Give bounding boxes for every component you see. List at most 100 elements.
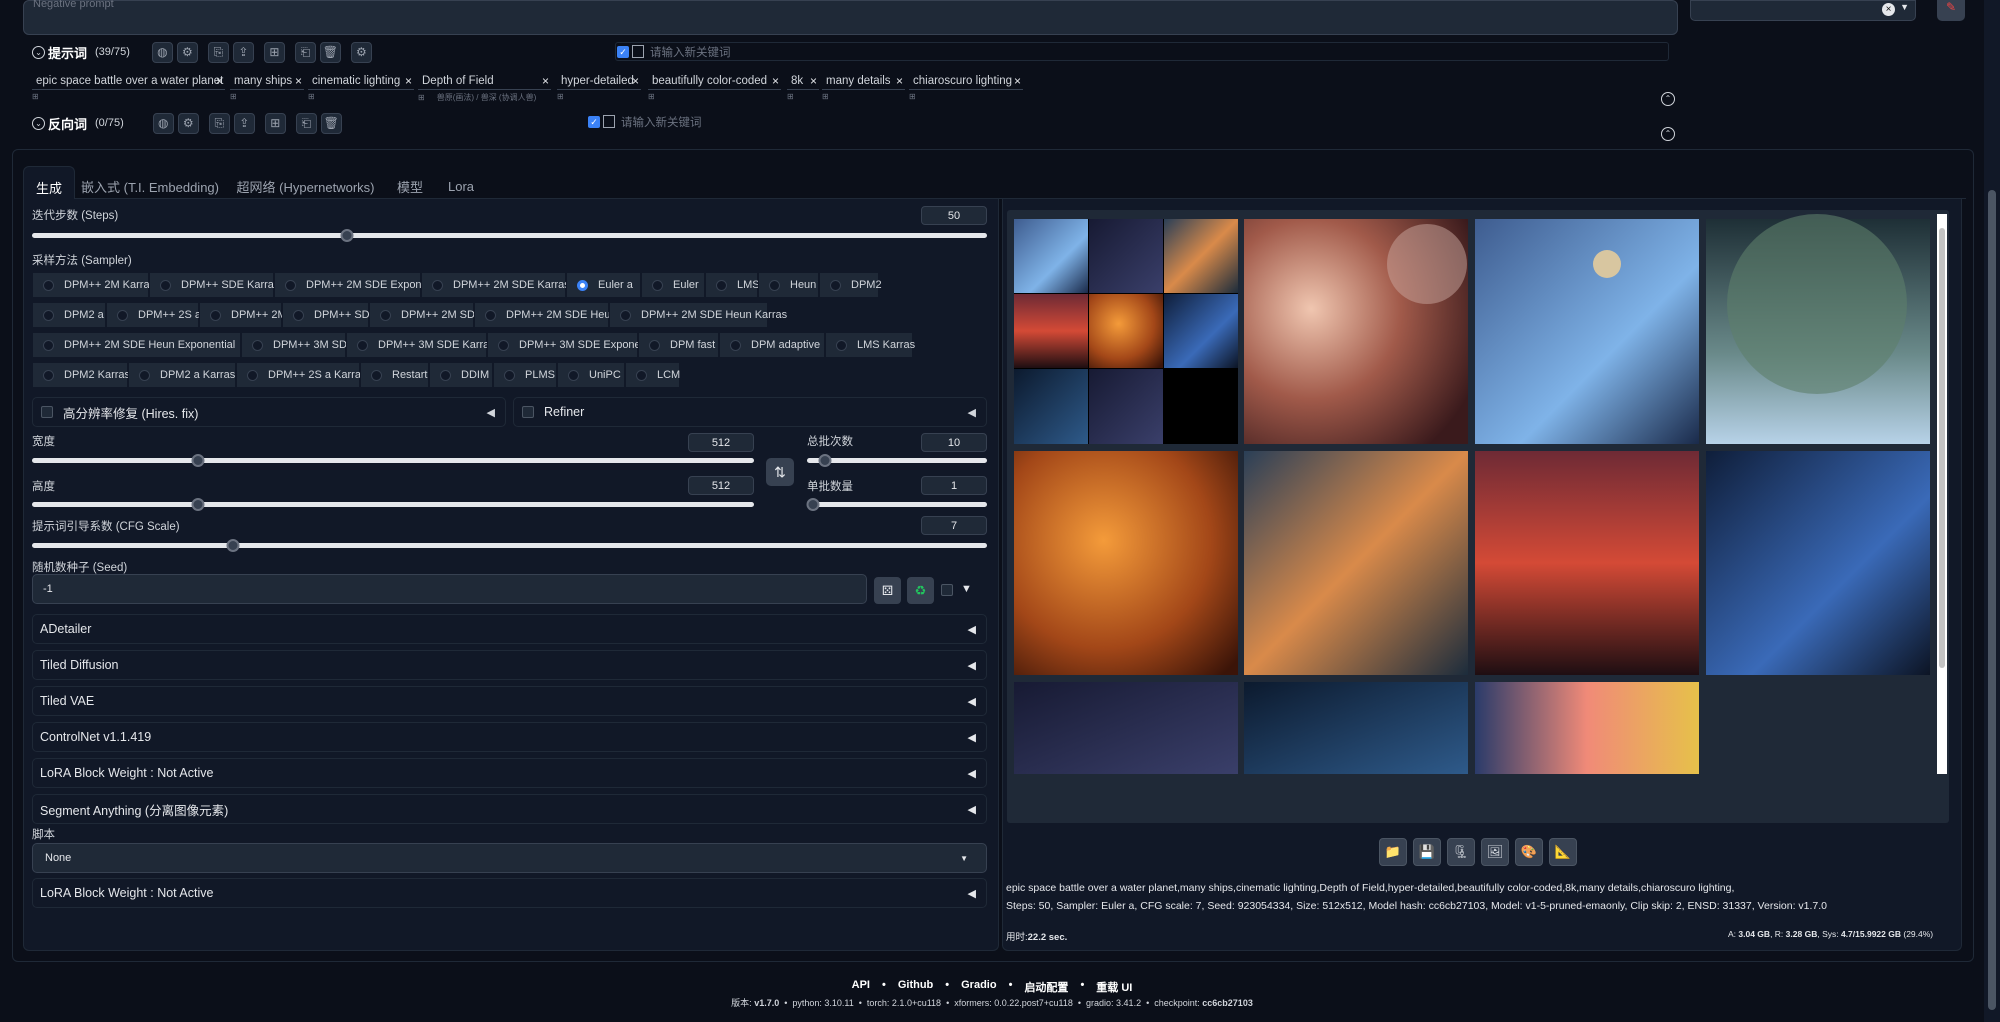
remove-tag-icon[interactable]: × bbox=[810, 74, 817, 88]
translate-icon[interactable]: ◍ bbox=[152, 112, 174, 134]
remove-tag-icon[interactable]: × bbox=[1014, 74, 1021, 88]
sampler-option[interactable]: DDIM bbox=[429, 362, 493, 388]
prompt-tag[interactable]: cinematic lighting × bbox=[308, 72, 414, 90]
clear-icon[interactable]: × bbox=[1882, 3, 1895, 16]
remove-tag-icon[interactable]: × bbox=[295, 74, 302, 88]
result-image-10[interactable] bbox=[1244, 682, 1468, 774]
extra-seed-toggle-icon[interactable]: ▼ bbox=[961, 583, 972, 595]
result-image-8[interactable] bbox=[1706, 451, 1930, 675]
sampler-option[interactable]: DPM++ 3M SDE Exponential bbox=[487, 332, 661, 358]
send-to-inpaint-button[interactable]: 🎨 bbox=[1515, 838, 1543, 866]
sampler-option[interactable]: UniPC bbox=[557, 362, 625, 388]
footer-link[interactable]: API bbox=[852, 979, 870, 995]
footer-link[interactable]: Gradio bbox=[961, 979, 996, 995]
sampler-option[interactable]: DPM++ 2S a bbox=[106, 302, 201, 328]
sampler-option[interactable]: LMS Karras bbox=[825, 332, 915, 358]
width-slider-knob[interactable] bbox=[191, 454, 205, 467]
sampler-option[interactable]: DPM2 Karras bbox=[32, 362, 130, 388]
result-image-11[interactable] bbox=[1475, 682, 1699, 774]
history-icon[interactable]: ⊞ bbox=[263, 41, 285, 63]
collapse-negative-icon[interactable]: ⌃ bbox=[1661, 127, 1675, 141]
tag-weight-icon[interactable]: ⊞ bbox=[648, 92, 655, 101]
sampler-option[interactable]: Euler bbox=[641, 272, 705, 298]
width-slider[interactable] bbox=[32, 454, 754, 467]
sampler-option[interactable]: DPM++ 2S a Karras bbox=[236, 362, 366, 388]
prompt-tag[interactable]: Depth of Field × bbox=[418, 72, 551, 90]
footer-link[interactable]: Github bbox=[898, 979, 933, 995]
open-folder-button[interactable]: 📁 bbox=[1379, 838, 1407, 866]
collapse-icon[interactable]: ⌄ bbox=[32, 116, 45, 130]
import-icon[interactable]: ⇪ bbox=[233, 112, 255, 134]
sampler-option[interactable]: DPM++ 2M SDE Heun bbox=[474, 302, 617, 328]
prompt-tag[interactable]: beautifully color-coded × bbox=[648, 72, 781, 90]
batch-size-slider[interactable] bbox=[806, 498, 987, 511]
extension-accordion[interactable]: Tiled VAE ◀ bbox=[32, 686, 987, 716]
paste-icon[interactable]: ⎗ bbox=[295, 112, 317, 134]
prompt-keyword-input[interactable]: ✓ 请输入新关键词 bbox=[615, 42, 1669, 61]
extension-accordion[interactable]: LoRA Block Weight : Not Active ◀ bbox=[32, 758, 987, 788]
width-value[interactable]: 512 bbox=[688, 433, 754, 452]
remove-tag-icon[interactable]: × bbox=[405, 74, 412, 88]
send-to-img2img-button[interactable]: 🖼 bbox=[1481, 838, 1509, 866]
sampler-option[interactable]: DPM++ 2M SDE Karras bbox=[421, 272, 570, 298]
swap-dimensions-button[interactable]: ⇅ bbox=[766, 458, 794, 486]
paste-icon[interactable]: ⎗ bbox=[294, 41, 316, 63]
sampler-option[interactable]: DPM2 a Karras bbox=[128, 362, 236, 388]
sampler-option[interactable]: DPM++ SDE bbox=[282, 302, 377, 328]
remove-tag-icon[interactable]: × bbox=[632, 74, 639, 88]
remove-tag-icon[interactable]: × bbox=[542, 74, 549, 88]
tag-weight-icon[interactable]: ⊞ bbox=[32, 92, 39, 101]
batch-count-slider[interactable] bbox=[807, 454, 987, 467]
history-icon[interactable]: ⊞ bbox=[264, 112, 286, 134]
hires-fix-checkbox[interactable] bbox=[41, 406, 53, 418]
sampler-option[interactable]: DPM++ 3M SDE bbox=[241, 332, 354, 358]
trash-icon[interactable]: 🗑 bbox=[319, 41, 341, 63]
refiner-accordion[interactable]: Refiner ◀ bbox=[513, 397, 987, 427]
batch-count-slider-knob[interactable] bbox=[818, 454, 832, 467]
sampler-option[interactable]: DPM++ 2M bbox=[199, 302, 287, 328]
extension-accordion[interactable]: ADetailer ◀ bbox=[32, 614, 987, 644]
footer-link[interactable]: 重载 UI bbox=[1096, 979, 1132, 995]
sampler-option[interactable]: PLMS bbox=[493, 362, 557, 388]
translate-icon[interactable]: ◍ bbox=[151, 41, 173, 63]
negative-keyword-input[interactable]: ✓ 请输入新关键词 bbox=[588, 112, 1669, 131]
page-scrollbar-thumb[interactable] bbox=[1988, 190, 1996, 1010]
remove-tag-icon[interactable]: × bbox=[772, 74, 779, 88]
prompt-tag[interactable]: 8k × bbox=[787, 72, 819, 90]
sampler-option[interactable]: DPM2 a bbox=[32, 302, 106, 328]
cfg-value[interactable]: 7 bbox=[921, 516, 987, 535]
prompt-tag[interactable]: many ships × bbox=[230, 72, 304, 90]
gear-icon[interactable]: ⚙ bbox=[350, 41, 372, 63]
tag-weight-icon[interactable]: ⊞ bbox=[822, 92, 829, 101]
script-dropdown[interactable]: None ▼ bbox=[32, 843, 987, 873]
import-icon[interactable]: ⇪ bbox=[232, 41, 254, 63]
cfg-slider[interactable] bbox=[32, 539, 987, 552]
sampler-option[interactable]: DPM fast bbox=[638, 332, 719, 358]
sampler-option[interactable]: DPM2 bbox=[819, 272, 882, 298]
negative-keyword-checkbox[interactable]: ✓ bbox=[588, 115, 600, 128]
remove-tag-icon[interactable]: × bbox=[896, 74, 903, 88]
remove-tag-icon[interactable]: × bbox=[216, 74, 223, 88]
footer-link[interactable]: 启动配置 bbox=[1024, 979, 1068, 995]
reuse-seed-button[interactable]: ♻ bbox=[907, 577, 934, 604]
batch-size-value[interactable]: 1 bbox=[921, 476, 987, 495]
sampler-option[interactable]: DPM++ 2M SDE bbox=[369, 302, 482, 328]
refiner-checkbox[interactable] bbox=[522, 406, 534, 418]
sampler-option[interactable]: DPM++ 2M SDE Heun Exponential bbox=[32, 332, 241, 358]
cfg-slider-knob[interactable] bbox=[226, 539, 240, 552]
result-image-6[interactable] bbox=[1244, 451, 1468, 675]
tag-weight-icon[interactable]: ⊞ bbox=[787, 92, 794, 101]
height-slider[interactable] bbox=[32, 498, 754, 511]
prompt-tag[interactable]: chiaroscuro lighting × bbox=[909, 72, 1023, 90]
prompt-tag[interactable]: many details × bbox=[822, 72, 905, 90]
extension-accordion[interactable]: Tiled Diffusion ◀ bbox=[32, 650, 987, 680]
extension-accordion[interactable]: ControlNet v1.1.419 ◀ bbox=[32, 722, 987, 752]
sampler-option[interactable]: LCM bbox=[625, 362, 680, 388]
sampler-option[interactable]: Heun bbox=[758, 272, 819, 298]
steps-value[interactable]: 50 bbox=[921, 206, 987, 225]
sampler-option[interactable]: DPM++ 2M Karras bbox=[32, 272, 155, 298]
copy-prompt-icon[interactable]: ⎘ bbox=[208, 112, 230, 134]
batch-count-value[interactable]: 10 bbox=[921, 433, 987, 452]
edit-style-button[interactable]: ✎ bbox=[1937, 0, 1965, 21]
extension-accordion[interactable]: Segment Anything (分离图像元素) ◀ bbox=[32, 794, 987, 824]
